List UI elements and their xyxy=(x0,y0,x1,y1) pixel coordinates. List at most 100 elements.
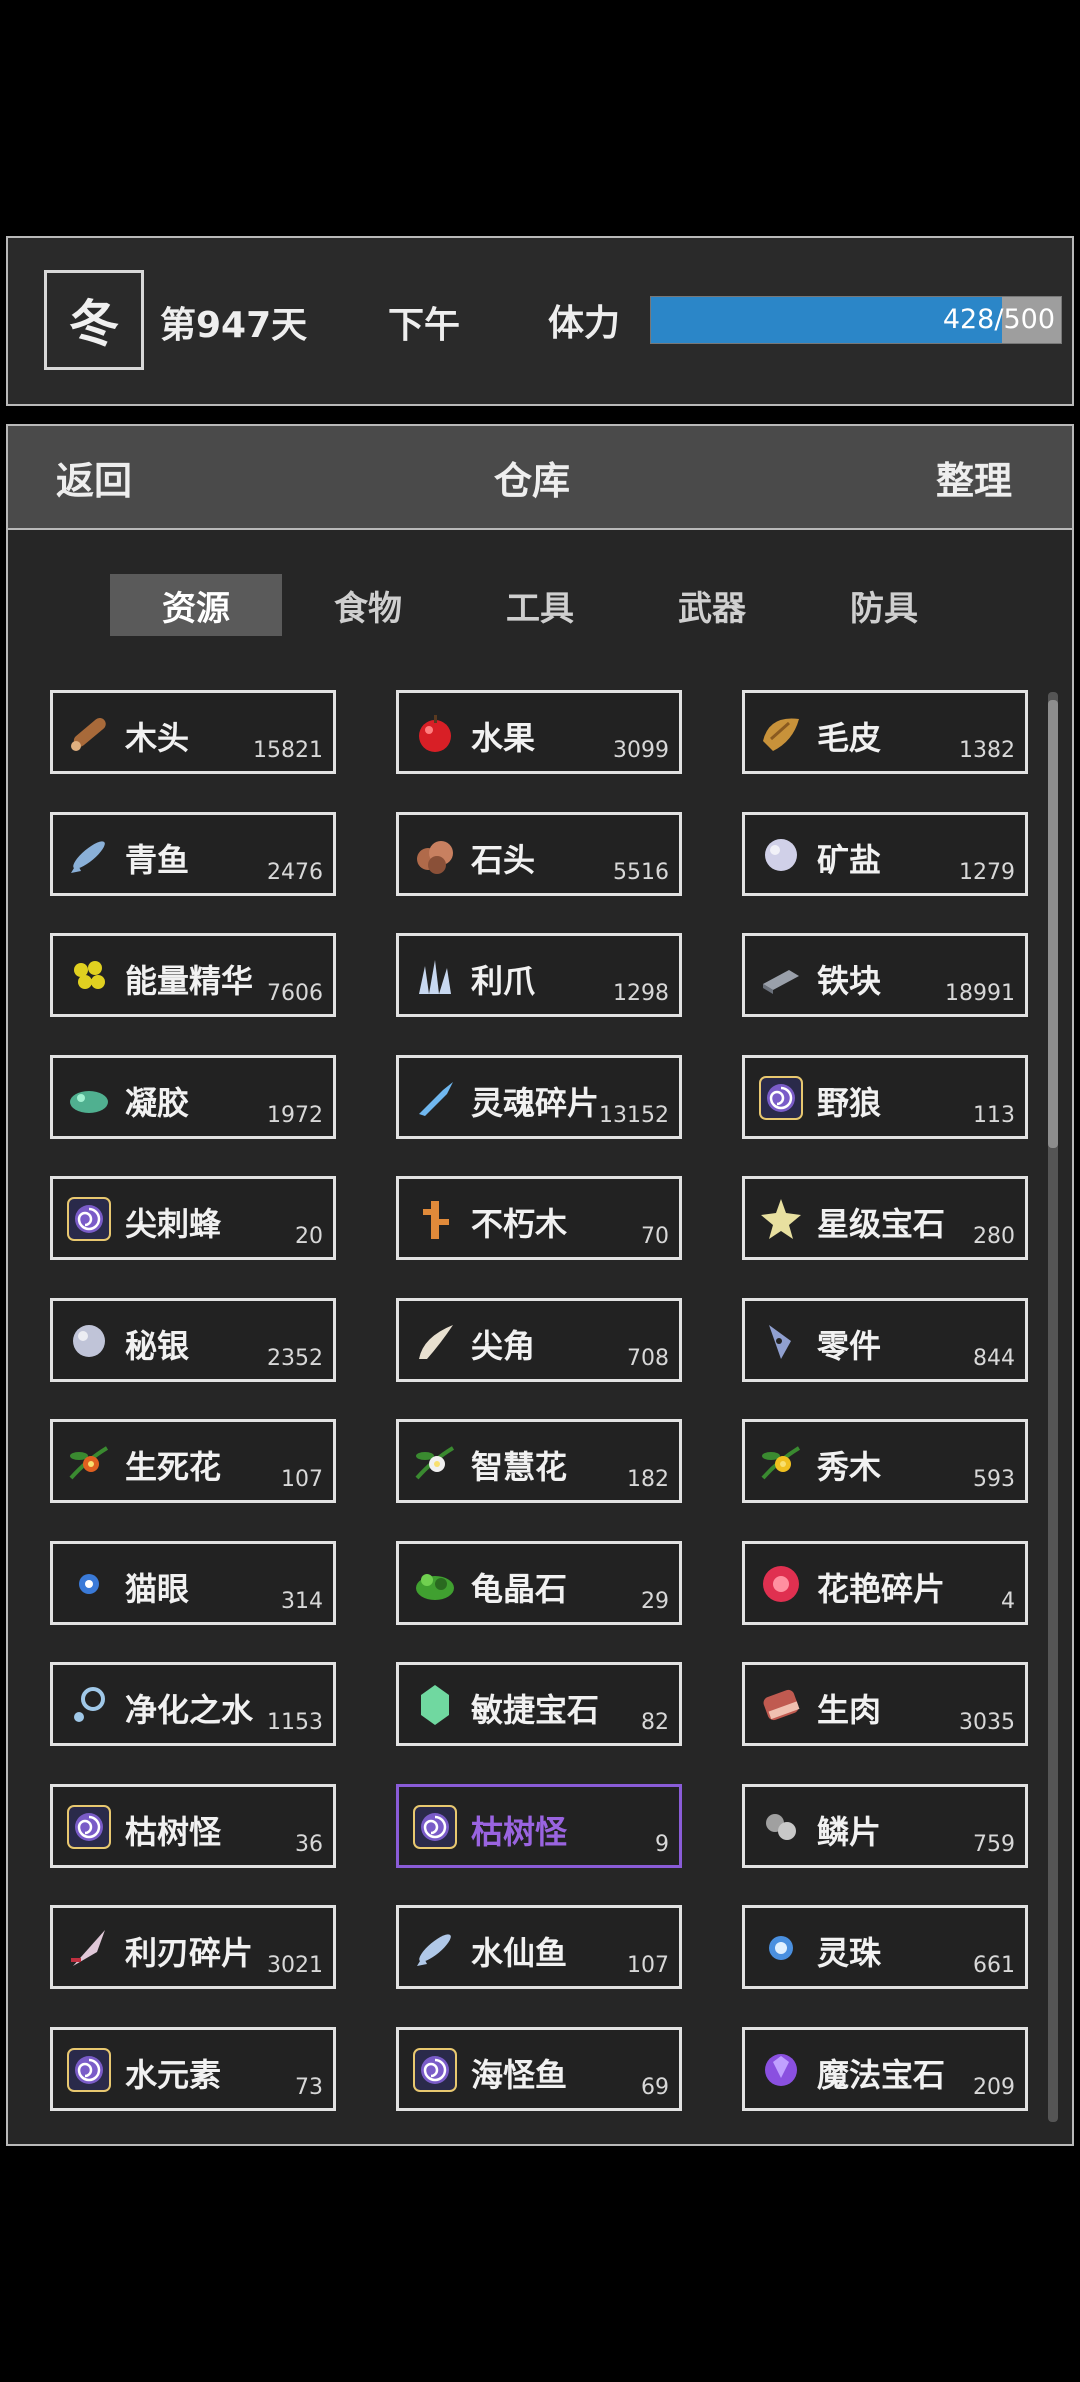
flower-white-icon xyxy=(413,1440,457,1484)
spirit-orb-icon xyxy=(759,1926,803,1970)
item-slot[interactable]: 尖刺蜂 20 xyxy=(50,1176,336,1260)
item-count: 3035 xyxy=(959,1710,1015,1735)
item-name: 凝胶 xyxy=(125,1083,190,1122)
blade-icon xyxy=(67,1926,111,1970)
item-count: 1382 xyxy=(959,738,1015,763)
wood-icon xyxy=(67,711,111,755)
item-slot[interactable]: 零件 844 xyxy=(742,1297,1028,1382)
warehouse-header: 返回 仓库 整理 xyxy=(8,426,1072,530)
turtle-crystal-icon xyxy=(413,1562,457,1606)
item-slot[interactable]: 净化之水 1153 xyxy=(50,1662,336,1746)
iron-icon xyxy=(759,954,803,998)
stamina-bar: 428/500 xyxy=(650,296,1062,344)
item-slot[interactable]: 生死花 107 xyxy=(50,1419,336,1503)
item-slot[interactable]: 尖角 708 xyxy=(396,1297,682,1382)
item-slot[interactable]: 灵魂碎片 13152 xyxy=(396,1054,682,1139)
item-slot[interactable]: 鳞片 759 xyxy=(742,1783,1028,1868)
item-name: 水果 xyxy=(471,719,536,757)
item-count: 4 xyxy=(1001,1588,1015,1614)
tab-tools[interactable]: 工具 xyxy=(454,574,626,636)
item-slot[interactable]: 生肉 3035 xyxy=(742,1662,1028,1746)
mithril-icon xyxy=(67,1319,111,1363)
item-count: 708 xyxy=(627,1345,669,1371)
item-count: 759 xyxy=(973,1831,1015,1857)
item-slot[interactable]: 凝胶 1972 xyxy=(50,1054,336,1139)
item-count: 82 xyxy=(641,1710,669,1735)
tab-food[interactable]: 食物 xyxy=(282,574,454,636)
item-name: 生肉 xyxy=(817,1691,882,1729)
sort-button[interactable]: 整理 xyxy=(936,450,1012,505)
claw-icon xyxy=(413,954,457,998)
item-slot[interactable]: 石头 5516 xyxy=(396,811,682,896)
scrollbar-thumb[interactable] xyxy=(1048,700,1058,1148)
item-name: 花艳碎片 xyxy=(817,1569,946,1608)
item-name: 灵珠 xyxy=(817,1934,882,1972)
item-count: 5516 xyxy=(613,859,669,885)
item-slot[interactable]: 水果 3099 xyxy=(396,690,682,774)
scrollbar[interactable] xyxy=(1048,692,1058,2122)
item-name: 灵魂碎片 xyxy=(471,1083,600,1122)
item-name: 龟晶石 xyxy=(471,1569,568,1608)
item-slot[interactable]: 能量精华 7606 xyxy=(50,933,336,1017)
item-slot[interactable]: 枯树怪 9 xyxy=(396,1783,682,1868)
item-slot[interactable]: 灵珠 661 xyxy=(742,1905,1028,1989)
item-slot[interactable]: 花艳碎片 4 xyxy=(742,1540,1028,1625)
item-slot[interactable]: 不朽木 70 xyxy=(396,1176,682,1260)
branch-icon xyxy=(413,1197,457,1241)
item-name: 毛皮 xyxy=(817,719,882,757)
tab-weapons[interactable]: 武器 xyxy=(626,574,798,636)
item-slot[interactable]: 星级宝石 280 xyxy=(742,1176,1028,1260)
item-slot[interactable]: 利爪 1298 xyxy=(396,933,682,1017)
item-slot[interactable]: 野狼 113 xyxy=(742,1054,1028,1139)
item-slot[interactable]: 魔法宝石 209 xyxy=(742,2026,1028,2111)
fur-icon xyxy=(759,711,803,755)
scale-icon xyxy=(759,1805,803,1849)
item-name: 利爪 xyxy=(471,962,536,1000)
item-slot[interactable]: 利刃碎片 3021 xyxy=(50,1905,336,1989)
item-count: 107 xyxy=(281,1467,323,1492)
tab-armor[interactable]: 防具 xyxy=(798,574,970,636)
horn-icon xyxy=(413,1319,457,1363)
petal-icon xyxy=(759,1562,803,1606)
item-count: 18991 xyxy=(945,981,1015,1006)
item-count: 36 xyxy=(295,1831,323,1857)
item-name: 能量精华 xyxy=(125,962,254,1000)
item-count: 3099 xyxy=(613,738,669,763)
item-count: 113 xyxy=(973,1102,1015,1128)
item-slot[interactable]: 水元素 73 xyxy=(50,2026,336,2111)
item-count: 29 xyxy=(641,1588,669,1614)
item-slot[interactable]: 毛皮 1382 xyxy=(742,690,1028,774)
item-slot[interactable]: 海怪鱼 69 xyxy=(396,2026,682,2111)
page-title: 仓库 xyxy=(494,459,571,503)
item-slot[interactable]: 青鱼 2476 xyxy=(50,811,336,896)
item-count: 593 xyxy=(973,1467,1015,1492)
item-count: 1298 xyxy=(613,981,669,1006)
emerald-icon xyxy=(413,1683,457,1727)
item-slot[interactable]: 铁块 18991 xyxy=(742,933,1028,1017)
water-orb-icon xyxy=(67,1683,111,1727)
item-name: 水元素 xyxy=(125,2055,222,2094)
item-count: 209 xyxy=(973,2074,1015,2100)
vortex-icon xyxy=(413,2047,457,2092)
item-count: 314 xyxy=(281,1588,323,1614)
item-slot[interactable]: 敏捷宝石 82 xyxy=(396,1662,682,1746)
item-slot[interactable]: 枯树怪 36 xyxy=(50,1783,336,1868)
flower-yellow-icon xyxy=(759,1440,803,1484)
fish-icon xyxy=(67,833,111,877)
item-slot[interactable]: 矿盐 1279 xyxy=(742,811,1028,896)
item-slot[interactable]: 龟晶石 29 xyxy=(396,1540,682,1625)
time-of-day: 下午 xyxy=(388,305,461,346)
item-count: 3021 xyxy=(267,1953,323,1978)
item-slot[interactable]: 秘银 2352 xyxy=(50,1297,336,1382)
item-slot[interactable]: 秀木 593 xyxy=(742,1419,1028,1503)
item-name: 不朽木 xyxy=(471,1205,568,1243)
tab-resources[interactable]: 资源 xyxy=(110,574,282,636)
item-slot[interactable]: 水仙鱼 107 xyxy=(396,1905,682,1989)
item-slot[interactable]: 木头 15821 xyxy=(50,690,336,774)
item-name: 石头 xyxy=(471,840,536,879)
item-slot[interactable]: 智慧花 182 xyxy=(396,1419,682,1503)
item-count: 107 xyxy=(627,1953,669,1978)
back-button[interactable]: 返回 xyxy=(56,450,132,505)
item-slot[interactable]: 猫眼 314 xyxy=(50,1540,336,1625)
vortex-icon xyxy=(67,1197,111,1241)
